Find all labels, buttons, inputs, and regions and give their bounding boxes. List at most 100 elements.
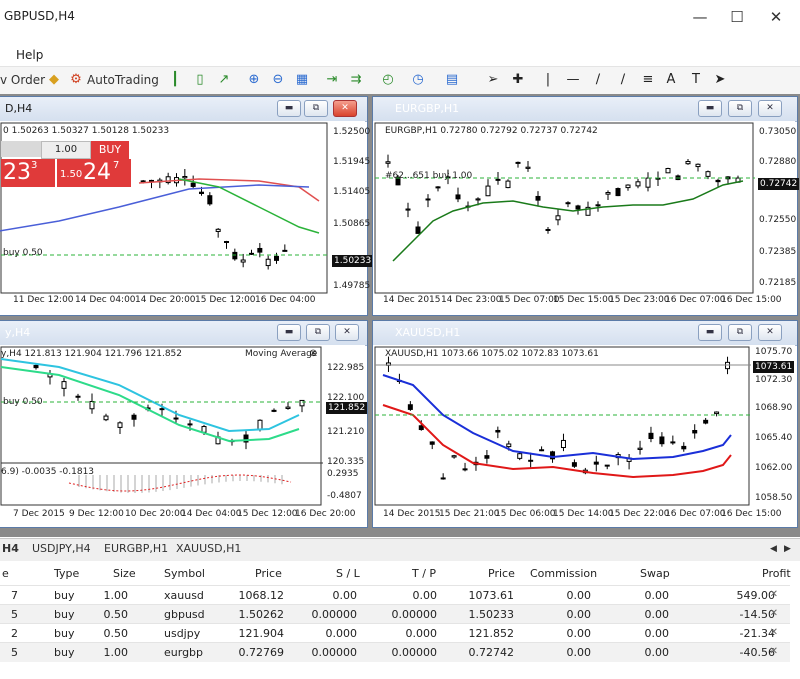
lot-size-input[interactable]: 1.00: [41, 141, 91, 159]
column-header-stop-loss[interactable]: S / L: [336, 567, 360, 580]
menu-help[interactable]: Help: [16, 48, 43, 62]
minimize-chart-button[interactable]: ▬: [698, 324, 722, 341]
new-order-button[interactable]: v Order: [0, 71, 45, 89]
equidistant-channel-icon[interactable]: ∕: [615, 72, 631, 88]
trendline-icon[interactable]: ∕: [590, 72, 606, 88]
close-chart-button[interactable]: ✕: [758, 324, 782, 341]
minimize-chart-button[interactable]: ▬: [277, 100, 301, 117]
cursor-icon[interactable]: ➢: [485, 72, 501, 88]
chart-window-caption: y,H4 ▬ ⧉ ✕: [0, 321, 367, 346]
chart-plot-xauusd[interactable]: XAUUSD,H1 1073.66 1075.02 1072.83 1073.6…: [373, 345, 795, 527]
chart-plot-usdjpy[interactable]: y,H4 121.813 121.904 121.796 121.852 Mov…: [0, 345, 368, 527]
autotrading-icon[interactable]: ⚙: [68, 72, 84, 88]
sell-button[interactable]: [1, 141, 41, 157]
chart-info-line: EURGBP,H1 0.72780 0.72792 0.72737 0.7274…: [385, 126, 598, 136]
close-chart-button[interactable]: ✕: [335, 324, 359, 341]
cell-stop-loss: 0.00000: [311, 646, 358, 659]
column-header-commission[interactable]: Commission: [530, 567, 597, 580]
arrows-icon[interactable]: ➤: [712, 72, 728, 88]
sell-price-box[interactable]: 23 3: [1, 159, 55, 187]
vertical-line-icon[interactable]: |: [540, 72, 556, 88]
line-chart-icon[interactable]: ↗: [216, 72, 232, 88]
table-row[interactable]: 7 buy 1.00 xauusd 1068.12 0.00 0.00 1073.61 0.00…: [0, 585, 790, 605]
minimize-chart-button[interactable]: ▬: [277, 324, 301, 341]
crosshair-icon[interactable]: ✚: [510, 72, 526, 88]
chart-plot-gbpusd[interactable]: 0 1.50263 1.50327 1.50128 1.50233 1.00 B…: [0, 121, 374, 315]
table-row[interactable]: 5 buy 1.00 eurgbp 0.72769 0.00000 0.00000 0.727…: [0, 642, 790, 662]
restore-chart-button[interactable]: ⧉: [728, 324, 752, 341]
column-header-size[interactable]: Size: [113, 567, 136, 580]
eurgbp-candle: [475, 198, 481, 201]
scroll-right-icon[interactable]: ▶: [784, 544, 791, 554]
restore-chart-button[interactable]: ⧉: [304, 100, 328, 117]
indicators-icon[interactable]: ◴: [380, 72, 396, 88]
zoom-in-icon[interactable]: ⊕: [246, 72, 262, 88]
column-header-swap[interactable]: Swap: [640, 567, 670, 580]
minimize-chart-button[interactable]: ▬: [698, 100, 722, 117]
scroll-left-icon[interactable]: ◀: [770, 544, 777, 554]
eurgbp-candle: [705, 171, 711, 177]
xauusd-candle: [429, 441, 435, 445]
horizontal-line-icon[interactable]: —: [565, 72, 581, 88]
restore-chart-button[interactable]: ⧉: [306, 324, 330, 341]
tab-xauusd[interactable]: XAUUSD,H1: [176, 542, 241, 555]
x-axis-label: 11 Dec 12:00: [13, 295, 74, 305]
column-header-current-price[interactable]: Price: [488, 567, 515, 580]
chart-window-gbpusd[interactable]: D,H4 ▬ ⧉ ✕ 0 1.50263 1.50327 1.50128 1.5…: [0, 96, 374, 316]
close-indicator-icon[interactable]: ⊗: [309, 348, 317, 359]
tab-gbpusd[interactable]: H4: [2, 542, 19, 555]
eurgbp-candle: [565, 202, 571, 205]
cell-stop-loss: 0.000: [325, 627, 358, 640]
close-button[interactable]: ✕: [763, 6, 789, 28]
minimize-button[interactable]: —: [687, 6, 713, 28]
buy-button[interactable]: BUY: [91, 141, 129, 159]
close-position-icon[interactable]: ✕: [770, 646, 778, 657]
periods-icon[interactable]: ◷: [410, 72, 426, 88]
close-position-icon[interactable]: ✕: [770, 608, 778, 619]
text-label-icon[interactable]: T: [688, 72, 704, 88]
chart-plot-eurgbp[interactable]: EURGBP,H1 0.72780 0.72792 0.72737 0.7274…: [373, 121, 800, 315]
close-chart-button[interactable]: ✕: [758, 100, 782, 117]
xauusd-candle: [560, 439, 566, 449]
close-chart-button[interactable]: ✕: [333, 100, 357, 117]
column-header-type[interactable]: Type: [54, 567, 79, 580]
table-row[interactable]: 5 buy 0.50 gbpusd 1.50262 0.00000 0.00000 1.502…: [0, 604, 790, 624]
table-row[interactable]: 2 buy 0.50 usdjpy 121.904 0.000 0.000 121.852 0.…: [0, 623, 790, 643]
tab-eurgbp[interactable]: EURGBP,H1: [104, 542, 168, 555]
close-position-icon[interactable]: ✕: [770, 627, 778, 638]
maximize-button[interactable]: ☐: [724, 6, 750, 28]
column-header-profit[interactable]: Profit: [762, 567, 791, 580]
restore-chart-button[interactable]: ⧉: [728, 100, 752, 117]
usdjpy-candle: [173, 417, 179, 420]
xauusd-candle: [407, 404, 413, 410]
candlestick-icon[interactable]: ▯: [192, 72, 208, 88]
autotrading-button[interactable]: AutoTrading: [87, 71, 159, 89]
close-position-icon[interactable]: ✕: [770, 589, 778, 600]
gbpusd-candle: [265, 258, 271, 267]
chart-info-line: y,H4 121.813 121.904 121.796 121.852: [1, 349, 182, 359]
zoom-out-icon[interactable]: ⊖: [270, 72, 286, 88]
chart-workspace: D,H4 ▬ ⧉ ✕ 0 1.50263 1.50327 1.50128 1.5…: [0, 94, 800, 537]
chart-window-xauusd[interactable]: XAUUSD,H1 ▬ ⧉ ✕ XAUUSD,H1 1073.66 1075.0…: [372, 320, 798, 528]
text-icon[interactable]: A: [663, 72, 679, 88]
cell-type: buy: [54, 627, 75, 640]
chart-window-eurgbp[interactable]: EURGBP,H1 ▬ ⧉ ✕ EURGBP,H1 0.72780 0.7279…: [372, 96, 800, 316]
buy-price-box[interactable]: 1.50 24 7: [57, 159, 131, 187]
column-header-symbol[interactable]: Symbol: [164, 567, 205, 580]
menu-bar: Help: [0, 44, 800, 64]
column-header-order[interactable]: e: [2, 567, 9, 580]
buy-price-small: 1.50: [60, 169, 83, 180]
fibonacci-icon[interactable]: ≡: [640, 72, 656, 88]
chart-shift-icon[interactable]: ⇥: [324, 72, 340, 88]
metaeditor-icon[interactable]: ◆: [46, 72, 62, 88]
x-axis-label: 16 Dec 20:00: [295, 509, 356, 519]
templates-icon[interactable]: ▤: [444, 72, 460, 88]
tile-windows-icon[interactable]: ▦: [294, 72, 310, 88]
column-header-take-profit[interactable]: T / P: [412, 567, 436, 580]
x-axis-label: 15 Dec 23:00: [609, 295, 670, 305]
autoscroll-icon[interactable]: ⇉: [348, 72, 364, 88]
bar-chart-icon[interactable]: ┃: [167, 72, 183, 88]
tab-usdjpy[interactable]: USDJPY,H4: [32, 542, 91, 555]
chart-window-usdjpy[interactable]: y,H4 ▬ ⧉ ✕ y,H4 121.813 121.904 121.796 …: [0, 320, 368, 528]
column-header-open-price[interactable]: Price: [255, 567, 282, 580]
